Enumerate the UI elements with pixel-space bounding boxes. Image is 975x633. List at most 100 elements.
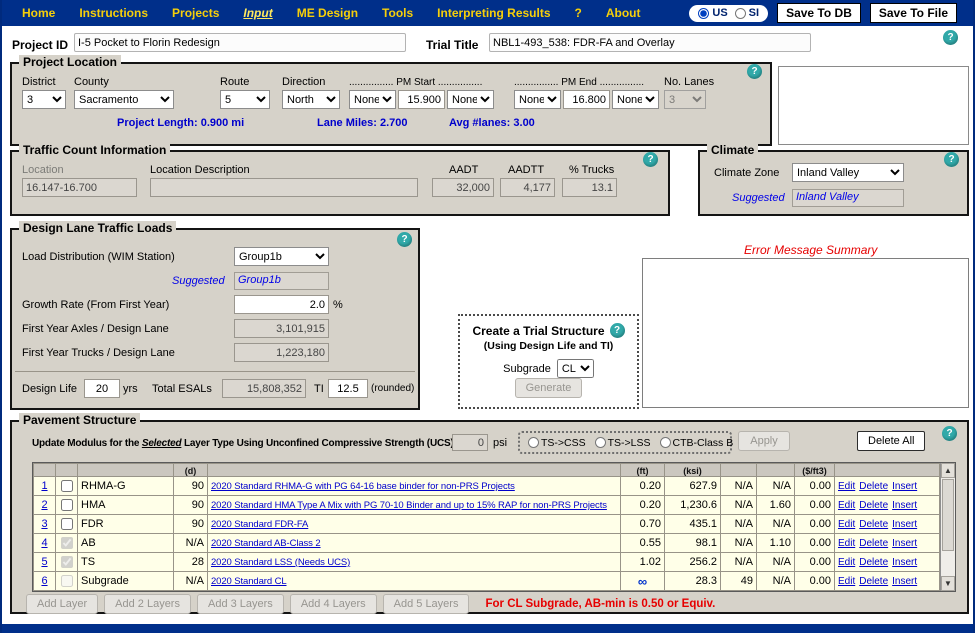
row-insert-link[interactable]: Insert bbox=[892, 538, 917, 549]
save-to-db-button[interactable]: Save To DB bbox=[777, 3, 861, 23]
pavement-structure-legend: Pavement Structure bbox=[19, 413, 141, 427]
climate-help-icon[interactable]: ? bbox=[944, 152, 959, 167]
ti-input[interactable] bbox=[328, 379, 368, 398]
nav-item-instructions[interactable]: Instructions bbox=[79, 6, 148, 20]
material-link[interactable]: 2020 Standard FDR-FA bbox=[211, 519, 308, 530]
traffic-count-help-icon[interactable]: ? bbox=[643, 152, 658, 167]
design-life-unit: yrs bbox=[123, 383, 138, 395]
trial-structure-help-icon[interactable]: ? bbox=[609, 323, 625, 338]
delete-all-button[interactable]: Delete All bbox=[857, 431, 926, 451]
row-delete-link[interactable]: Delete bbox=[859, 519, 888, 530]
pm-end-input[interactable] bbox=[563, 90, 610, 109]
material-link[interactable]: 2020 Standard LSS (Needs UCS) bbox=[211, 557, 350, 568]
layer-checkbox[interactable] bbox=[60, 480, 73, 493]
district-select[interactable]: 3 bbox=[22, 90, 66, 109]
ucs-instruction: Update Modulus for the Selected Layer Ty… bbox=[32, 438, 457, 449]
nav-item-[interactable]: ? bbox=[575, 6, 582, 20]
material-link[interactable]: 2020 Standard HMA Type A Mix with PG 70-… bbox=[211, 500, 607, 511]
row-insert-link[interactable]: Insert bbox=[892, 519, 917, 530]
row-number-link[interactable]: 3 bbox=[41, 518, 47, 530]
layer-cost: 0.00 bbox=[809, 518, 831, 530]
pm-end-suffix-select[interactable]: None bbox=[612, 90, 659, 109]
trial-structure-title: Create a Trial Structure bbox=[472, 323, 605, 338]
design-loads-help-icon[interactable]: ? bbox=[397, 232, 412, 247]
layer-checkbox[interactable] bbox=[60, 499, 73, 512]
material-link[interactable]: 2020 Standard AB-Class 2 bbox=[211, 538, 321, 549]
row-number-link[interactable]: 1 bbox=[41, 480, 47, 492]
design-life-input[interactable] bbox=[84, 379, 120, 398]
lane-miles-text: Lane Miles: 2.700 bbox=[317, 117, 408, 129]
project-location-help-icon[interactable]: ? bbox=[747, 64, 762, 79]
pavement-help-icon[interactable]: ? bbox=[942, 426, 957, 441]
row-edit-link[interactable]: Edit bbox=[838, 500, 855, 511]
us-radio[interactable] bbox=[698, 7, 710, 19]
ucs-radio-1[interactable] bbox=[528, 437, 539, 448]
row-delete-link[interactable]: Delete bbox=[859, 576, 888, 587]
climate-zone-select[interactable]: Inland Valley bbox=[792, 163, 904, 182]
row-number-link[interactable]: 6 bbox=[41, 575, 47, 587]
subgrade-select[interactable]: CL bbox=[556, 359, 594, 378]
scrollbar-track[interactable] bbox=[941, 478, 955, 576]
pm-end-prefix-select[interactable]: None bbox=[514, 90, 561, 109]
row-insert-link[interactable]: Insert bbox=[892, 481, 917, 492]
row-number-link[interactable]: 4 bbox=[41, 537, 47, 549]
trial-title-input[interactable] bbox=[489, 33, 811, 52]
pm-start-input[interactable] bbox=[398, 90, 445, 109]
scroll-up-icon[interactable]: ▲ bbox=[941, 463, 955, 478]
layer-type: RHMA-G bbox=[81, 480, 126, 492]
county-select[interactable]: Sacramento bbox=[74, 90, 174, 109]
save-to-file-button[interactable]: Save To File bbox=[869, 3, 957, 23]
pm-end-label: ................ PM End ................ bbox=[514, 77, 645, 88]
row-edit-link[interactable]: Edit bbox=[838, 519, 855, 530]
ucs-radio-2[interactable] bbox=[594, 437, 606, 448]
row-edit-link[interactable]: Edit bbox=[838, 538, 855, 549]
row-insert-link[interactable]: Insert bbox=[892, 557, 917, 568]
row-insert-link[interactable]: Insert bbox=[892, 500, 917, 511]
material-link[interactable]: 2020 Standard RHMA-G with PG 64-16 base … bbox=[211, 481, 515, 492]
table-scrollbar[interactable]: ▲ ▼ bbox=[940, 463, 955, 591]
ucs-option-2[interactable]: TS->LSS bbox=[594, 437, 651, 449]
ucs-option-label: CTB-Class B bbox=[672, 436, 734, 449]
row-edit-link[interactable]: Edit bbox=[838, 557, 855, 568]
row-number-link[interactable]: 2 bbox=[41, 499, 47, 511]
row-number-link[interactable]: 5 bbox=[41, 556, 47, 568]
nav-item-interpreting-results[interactable]: Interpreting Results bbox=[437, 6, 550, 20]
ucs-option-1[interactable]: TS->CSS bbox=[528, 437, 586, 449]
ucs-radio-3[interactable] bbox=[659, 437, 671, 448]
layer-thickness: 1.02 bbox=[639, 556, 661, 568]
unit-si-option[interactable]: SI bbox=[734, 7, 759, 19]
aadtt-label: AADTT bbox=[508, 164, 545, 176]
row-delete-link[interactable]: Delete bbox=[859, 500, 888, 511]
nav-item-input[interactable]: Input bbox=[243, 6, 272, 20]
nav-item-projects[interactable]: Projects bbox=[172, 6, 219, 20]
row-edit-link[interactable]: Edit bbox=[838, 576, 855, 587]
design-loads-section: Design Lane Traffic Loads ? Load Distrib… bbox=[10, 221, 420, 410]
nav-item-about[interactable]: About bbox=[606, 6, 641, 20]
nav-item-me-design[interactable]: ME Design bbox=[297, 6, 358, 20]
row-delete-link[interactable]: Delete bbox=[859, 538, 888, 549]
route-select[interactable]: 5 bbox=[220, 90, 270, 109]
layer-checkbox[interactable] bbox=[60, 518, 73, 531]
nav-item-tools[interactable]: Tools bbox=[382, 6, 413, 20]
pm-start-prefix-select[interactable]: None bbox=[349, 90, 396, 109]
material-link[interactable]: 2020 Standard CL bbox=[211, 576, 287, 587]
pm-start-suffix-select[interactable]: None bbox=[447, 90, 494, 109]
unit-us-option[interactable]: US bbox=[698, 7, 728, 19]
layer-type: AB bbox=[81, 537, 96, 549]
scrollbar-thumb[interactable] bbox=[942, 479, 954, 551]
direction-select[interactable]: North bbox=[282, 90, 340, 109]
row-edit-link[interactable]: Edit bbox=[838, 481, 855, 492]
growth-rate-input[interactable] bbox=[234, 295, 329, 314]
scroll-down-icon[interactable]: ▼ bbox=[941, 576, 955, 591]
project-id-input[interactable] bbox=[74, 33, 406, 52]
row-insert-link[interactable]: Insert bbox=[892, 576, 917, 587]
ucs-conversion-options: TS->CSS TS->LSS CTB-Class B bbox=[518, 431, 734, 454]
row-delete-link[interactable]: Delete bbox=[859, 557, 888, 568]
si-radio[interactable] bbox=[734, 7, 746, 19]
nav-item-home[interactable]: Home bbox=[22, 6, 55, 20]
page-help-icon[interactable]: ? bbox=[943, 30, 958, 45]
wim-select[interactable]: Group1b bbox=[234, 247, 329, 266]
layer-cost: 0.00 bbox=[809, 575, 831, 587]
row-delete-link[interactable]: Delete bbox=[859, 481, 888, 492]
ucs-option-3[interactable]: CTB-Class B bbox=[659, 436, 734, 449]
